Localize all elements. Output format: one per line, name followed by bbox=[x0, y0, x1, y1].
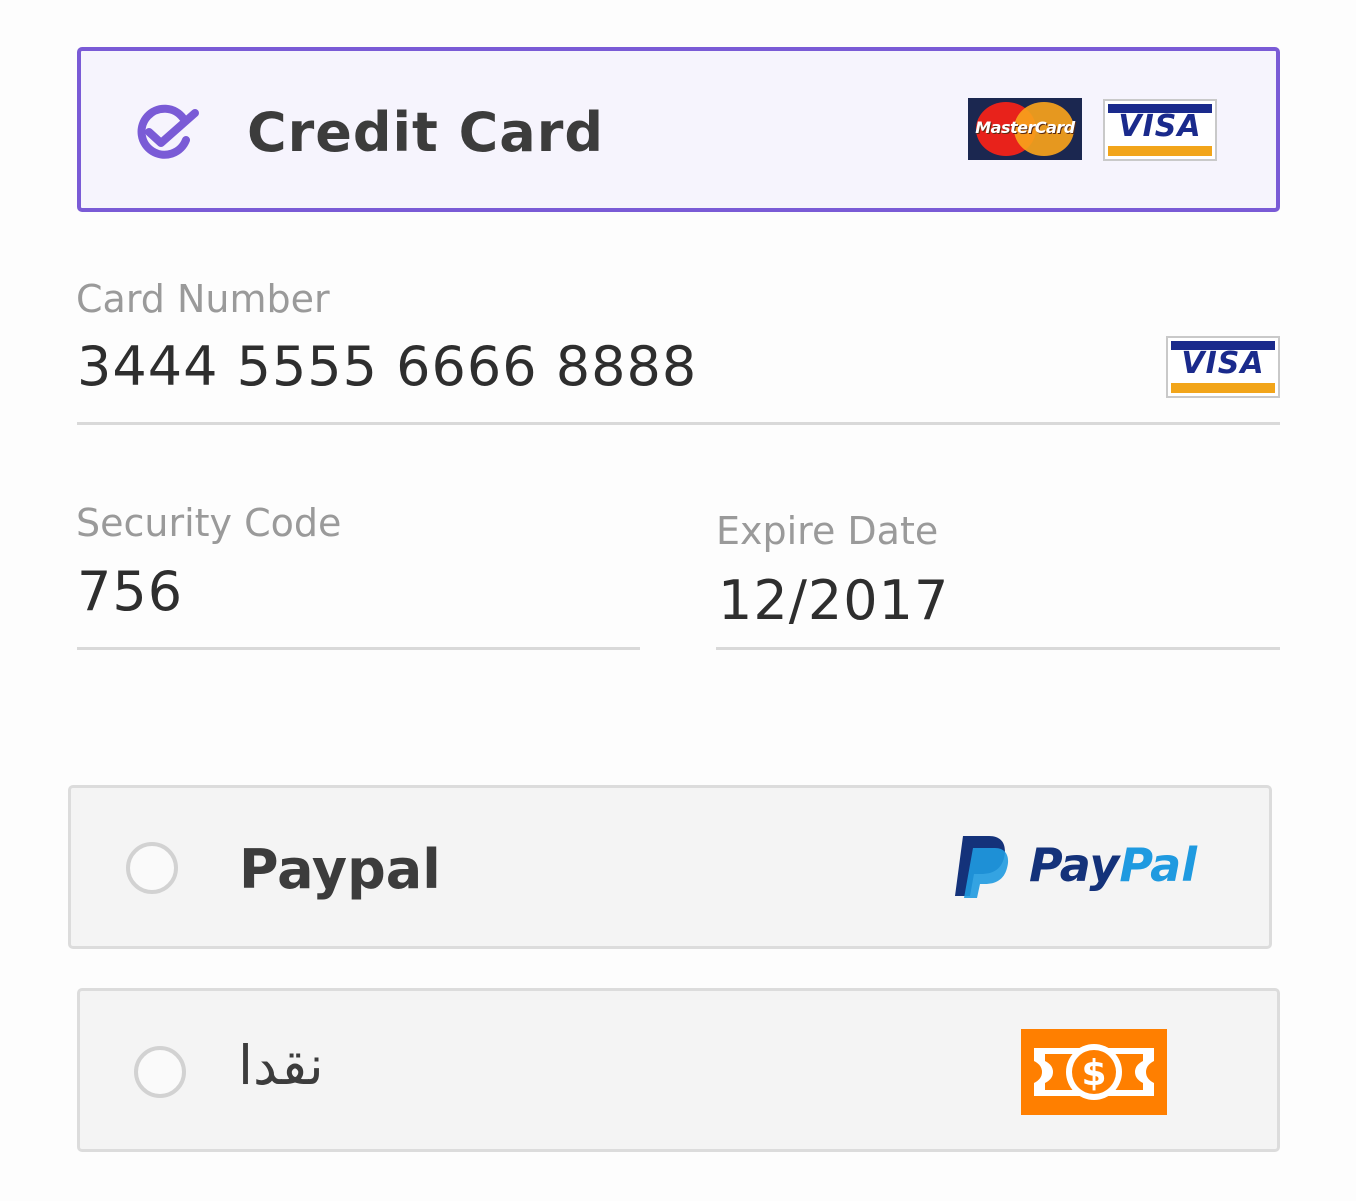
cash-label: نقدا bbox=[238, 1034, 324, 1097]
check-circle-icon bbox=[137, 104, 199, 159]
payment-option-credit-card[interactable]: Credit Card MasterCard VISA bbox=[77, 47, 1280, 212]
expire-date-underline bbox=[716, 647, 1280, 650]
payment-option-paypal[interactable]: Paypal PayPal bbox=[68, 785, 1272, 949]
svg-text:$: $ bbox=[1081, 1053, 1106, 1094]
security-code-label: Security Code bbox=[76, 501, 342, 545]
mastercard-logo: MasterCard bbox=[968, 98, 1082, 160]
credit-card-label: Credit Card bbox=[247, 101, 605, 164]
security-code-input[interactable]: 756 bbox=[77, 565, 183, 619]
paypal-logo-pay: Pay bbox=[1029, 838, 1120, 892]
card-number-label: Card Number bbox=[76, 277, 330, 321]
paypal-logo-text: PayPal bbox=[1029, 842, 1197, 888]
payment-option-cash[interactable]: نقدا $ bbox=[77, 988, 1280, 1152]
card-number-input[interactable]: 3444 5555 6666 8888 bbox=[77, 340, 697, 394]
paypal-logo-pal: Pal bbox=[1119, 838, 1197, 892]
dollar-bill-icon: $ bbox=[1021, 1029, 1167, 1115]
card-brand-logo-text: VISA bbox=[1181, 346, 1265, 381]
paypal-radio[interactable] bbox=[126, 842, 178, 894]
security-code-underline bbox=[77, 647, 640, 650]
paypal-label: Paypal bbox=[239, 838, 441, 901]
paypal-icon bbox=[955, 836, 1009, 898]
visa-logo: VISA bbox=[1103, 99, 1217, 161]
card-number-underline bbox=[77, 422, 1280, 425]
visa-logo-text: VISA bbox=[1118, 109, 1202, 144]
mastercard-logo-text: MasterCard bbox=[975, 118, 1075, 137]
expire-date-label: Expire Date bbox=[716, 509, 939, 553]
expire-date-input[interactable]: 12/2017 bbox=[718, 574, 949, 628]
cash-radio[interactable] bbox=[134, 1046, 186, 1098]
card-brand-visa-logo: VISA bbox=[1166, 336, 1280, 398]
